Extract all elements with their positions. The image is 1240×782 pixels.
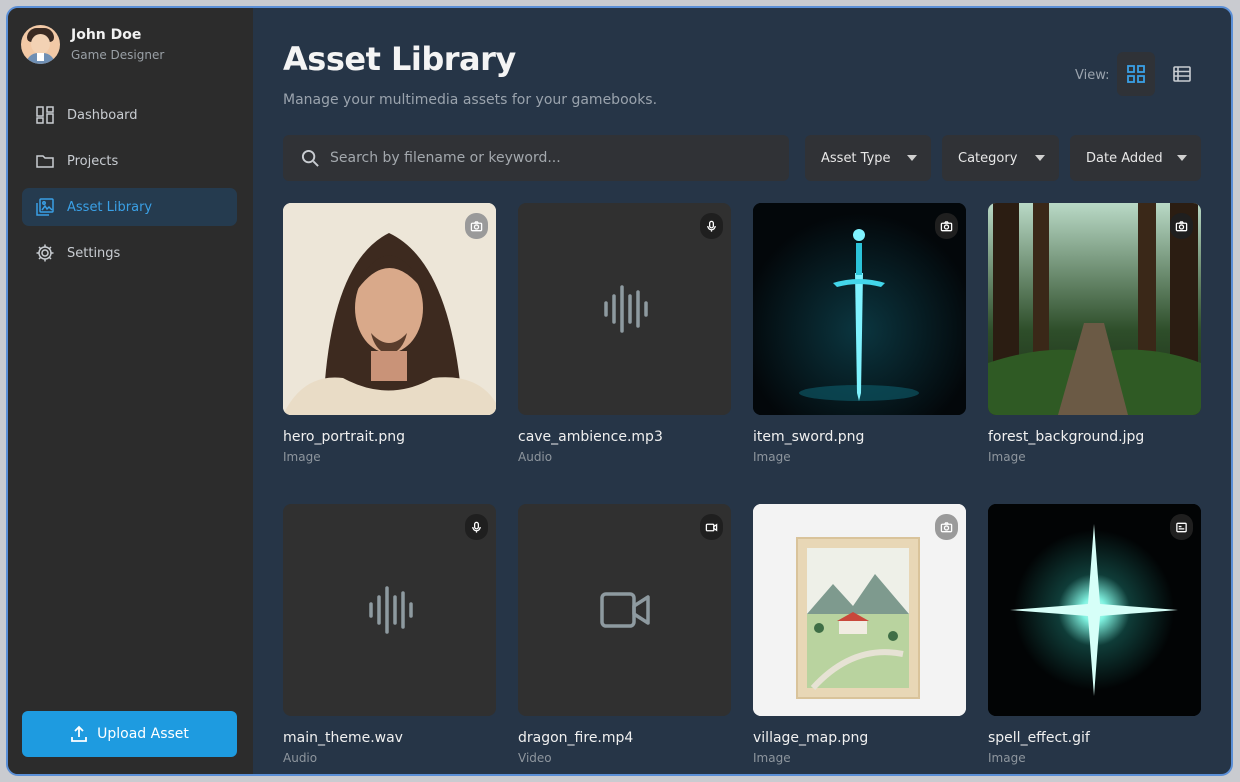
sidebar-item-label: Dashboard xyxy=(67,107,138,123)
asset-thumbnail xyxy=(518,203,731,415)
asset-name: cave_ambience.mp3 xyxy=(518,429,663,445)
image-type-badge xyxy=(1170,213,1193,239)
search-input[interactable] xyxy=(330,150,770,166)
asset-name: main_theme.wav xyxy=(283,730,403,746)
asset-type: Audio xyxy=(518,450,553,464)
asset-thumbnail xyxy=(518,504,731,716)
video-type-badge xyxy=(700,514,723,540)
asset-thumbnail xyxy=(753,203,966,415)
asset-type: Audio xyxy=(283,751,318,765)
image-library-icon xyxy=(36,198,54,216)
gif-type-badge xyxy=(1170,514,1193,540)
sidebar-nav: Dashboard Projects Asset Library Setting… xyxy=(22,96,237,280)
starburst-image xyxy=(988,504,1201,716)
chevron-down-icon xyxy=(907,155,917,161)
image-type-badge xyxy=(935,514,958,540)
camera-icon xyxy=(470,220,483,231)
filter-label: Asset Type xyxy=(821,150,891,166)
audio-wave-icon xyxy=(368,586,413,634)
sidebar-item-projects[interactable]: Projects xyxy=(22,142,237,180)
search-bar[interactable] xyxy=(283,135,789,181)
portrait-image xyxy=(283,203,496,415)
gif-icon xyxy=(1176,522,1187,532)
chevron-down-icon xyxy=(1177,155,1187,161)
asset-card[interactable]: village_map.png Image xyxy=(753,504,966,765)
date-added-filter[interactable]: Date Added xyxy=(1070,135,1201,181)
category-filter[interactable]: Category xyxy=(942,135,1059,181)
asset-type-filter[interactable]: Asset Type xyxy=(805,135,931,181)
upload-asset-button[interactable]: Upload Asset xyxy=(22,711,237,757)
asset-thumbnail xyxy=(988,203,1201,415)
image-type-badge xyxy=(935,213,958,239)
user-name: John Doe xyxy=(71,26,142,43)
asset-type: Image xyxy=(988,450,1026,464)
microphone-icon xyxy=(707,220,716,232)
sidebar: John Doe Game Designer Dashboard Project… xyxy=(8,8,253,774)
search-icon xyxy=(301,149,319,167)
asset-thumbnail xyxy=(753,504,966,716)
asset-card[interactable]: cave_ambience.mp3 Audio xyxy=(518,203,731,464)
asset-type: Image xyxy=(753,751,791,765)
asset-name: item_sword.png xyxy=(753,429,865,445)
asset-name: forest_background.jpg xyxy=(988,429,1145,445)
user-profile[interactable]: John Doe Game Designer xyxy=(21,25,164,64)
asset-card[interactable]: forest_background.jpg Image xyxy=(988,203,1201,464)
grid-icon xyxy=(1127,65,1145,83)
asset-card[interactable]: hero_portrait.png Image xyxy=(283,203,496,464)
camera-icon xyxy=(940,521,953,532)
sidebar-item-label: Asset Library xyxy=(67,199,153,215)
list-icon xyxy=(1173,66,1191,82)
sidebar-item-dashboard[interactable]: Dashboard xyxy=(22,96,237,134)
asset-name: dragon_fire.mp4 xyxy=(518,730,634,746)
dashboard-icon xyxy=(36,106,54,124)
microphone-icon xyxy=(472,521,481,533)
asset-thumbnail xyxy=(283,203,496,415)
framed-landscape-image xyxy=(753,504,966,716)
list-view-button[interactable] xyxy=(1163,52,1201,96)
upload-icon xyxy=(71,725,88,742)
asset-type: Image xyxy=(988,751,1026,765)
asset-name: hero_portrait.png xyxy=(283,429,406,445)
audio-type-badge xyxy=(465,514,488,540)
asset-name: village_map.png xyxy=(753,730,869,746)
asset-card[interactable]: item_sword.png Image xyxy=(753,203,966,464)
video-camera-icon xyxy=(705,522,718,532)
upload-button-label: Upload Asset xyxy=(97,726,189,742)
asset-type: Video xyxy=(518,751,552,765)
sidebar-item-label: Settings xyxy=(67,245,121,261)
avatar xyxy=(21,25,60,64)
app-window: John Doe Game Designer Dashboard Project… xyxy=(6,6,1233,776)
asset-card[interactable]: spell_effect.gif Image xyxy=(988,504,1201,765)
asset-type: Image xyxy=(283,450,321,464)
sidebar-item-settings[interactable]: Settings xyxy=(22,234,237,272)
forest-image xyxy=(988,203,1201,415)
camera-icon xyxy=(940,220,953,231)
chevron-down-icon xyxy=(1035,155,1045,161)
sidebar-item-label: Projects xyxy=(67,153,119,169)
user-role: Game Designer xyxy=(71,47,165,62)
asset-card[interactable]: main_theme.wav Audio xyxy=(283,504,496,765)
image-type-badge xyxy=(465,213,488,239)
camera-icon xyxy=(1175,220,1188,231)
video-camera-icon xyxy=(599,592,650,628)
page-subtitle: Manage your multimedia assets for your g… xyxy=(283,92,658,108)
page-title: Asset Library xyxy=(283,40,516,78)
asset-name: spell_effect.gif xyxy=(988,730,1090,746)
filter-label: Category xyxy=(958,150,1018,166)
main-content: Asset Library Manage your multimedia ass… xyxy=(253,8,1231,774)
asset-card[interactable]: dragon_fire.mp4 Video xyxy=(518,504,731,765)
view-label: View: xyxy=(1075,68,1110,83)
audio-type-badge xyxy=(700,213,723,239)
asset-thumbnail xyxy=(988,504,1201,716)
gear-icon xyxy=(36,244,54,262)
filter-label: Date Added xyxy=(1086,150,1163,166)
asset-thumbnail xyxy=(283,504,496,716)
asset-type: Image xyxy=(753,450,791,464)
sidebar-item-asset-library[interactable]: Asset Library xyxy=(22,188,237,226)
folder-icon xyxy=(36,155,54,168)
audio-wave-icon xyxy=(603,285,648,333)
grid-view-button[interactable] xyxy=(1117,52,1155,96)
sword-image xyxy=(753,203,966,415)
